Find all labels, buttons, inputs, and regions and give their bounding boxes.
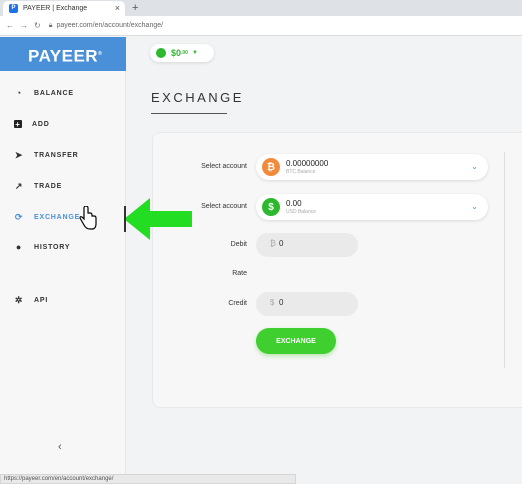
dollar-icon: $ bbox=[262, 198, 280, 216]
credit-label: Credit bbox=[228, 300, 247, 307]
sidebar-item-label: API bbox=[34, 296, 49, 304]
payeer-logo[interactable]: PAYEER® bbox=[0, 37, 126, 71]
balance-amount: $0 bbox=[171, 48, 182, 58]
exchange-button[interactable]: EXCHANGE bbox=[256, 328, 336, 354]
screen: P PAYEER | Exchange × + ← → ↻ 🔒︎ payeer.… bbox=[0, 0, 522, 484]
sidebar-item-label: EXCHANGE bbox=[34, 213, 81, 221]
sidebar-item-api[interactable]: ✲ API bbox=[0, 287, 126, 313]
title-underline bbox=[151, 113, 227, 114]
sidebar-item-exchange[interactable]: ⟳ EXCHANGE bbox=[0, 204, 126, 230]
from-amount: 0.00000000 bbox=[286, 159, 329, 168]
dollar-coin-icon bbox=[156, 48, 166, 58]
url-field[interactable]: payeer.com/en/account/exchange/ bbox=[56, 22, 163, 29]
logo-text: PAYEER bbox=[28, 46, 99, 66]
chevron-down-icon: ⌄ bbox=[471, 162, 478, 171]
status-bar-url: https://payeer.com/en/account/exchange/ bbox=[0, 474, 296, 484]
from-account-select[interactable]: ₿ 0.00000000 BTC Balance ⌄ bbox=[256, 154, 488, 180]
sidebar-item-balance[interactable]: ◔ BALANCE bbox=[0, 80, 126, 106]
chart-icon: ↗ bbox=[14, 180, 24, 191]
to-amount: 0.00 bbox=[286, 199, 302, 208]
sidebar-item-label: ADD bbox=[32, 120, 50, 128]
sidebar-item-transfer[interactable]: ➤ TRANSFER bbox=[0, 142, 126, 168]
clock-icon: ● bbox=[15, 242, 23, 252]
credit-value: 0 bbox=[279, 298, 284, 307]
sidebar-item-label: HISTORY bbox=[34, 243, 71, 251]
tab-title: PAYEER | Exchange bbox=[23, 5, 88, 12]
debit-label: Debit bbox=[230, 241, 247, 248]
reload-icon[interactable]: ↻ bbox=[34, 21, 41, 30]
paper-plane-icon: ➤ bbox=[14, 149, 24, 160]
balance-cents: .00 bbox=[181, 50, 188, 56]
sidebar-item-label: TRADE bbox=[34, 182, 63, 190]
caret-down-icon: ▼ bbox=[191, 50, 198, 56]
balance-dropdown[interactable]: $0.00 ▼ bbox=[150, 44, 214, 62]
sidebar-item-add[interactable]: + ADD bbox=[0, 111, 126, 137]
collapse-sidebar-button[interactable]: ‹ bbox=[58, 441, 62, 453]
logo-registered-mark: ® bbox=[98, 51, 103, 57]
bitcoin-icon: ₿ bbox=[262, 158, 280, 176]
gears-icon: ✲ bbox=[14, 294, 24, 305]
sidebar-item-history[interactable]: ● HISTORY bbox=[0, 234, 126, 260]
browser-tab-bar: P PAYEER | Exchange × + bbox=[0, 0, 522, 16]
card-divider bbox=[504, 152, 505, 368]
debit-input[interactable]: ₿ 0 bbox=[256, 233, 358, 257]
plus-square-icon: + bbox=[14, 119, 22, 129]
debit-currency: ₿ bbox=[270, 239, 276, 248]
lock-icon: 🔒︎ bbox=[48, 21, 53, 29]
chevron-down-icon: ⌄ bbox=[471, 202, 478, 211]
select-account-from-label: Select account bbox=[201, 163, 247, 170]
sidebar-item-label: BALANCE bbox=[34, 89, 74, 97]
credit-currency: $ bbox=[270, 298, 275, 307]
address-bar: ← → ↻ 🔒︎ payeer.com/en/account/exchange/ bbox=[0, 16, 522, 36]
close-tab-icon[interactable]: × bbox=[115, 3, 120, 13]
from-balance-label: BTC Balance bbox=[286, 169, 316, 175]
to-account-select[interactable]: $ 0.00 USD Balance ⌄ bbox=[256, 194, 488, 220]
exchange-icon: ⟳ bbox=[14, 211, 24, 222]
to-balance-label: USD Balance bbox=[286, 209, 317, 215]
page-title: EXCHANGE bbox=[151, 90, 244, 105]
rate-label: Rate bbox=[232, 270, 247, 277]
debit-value: 0 bbox=[279, 239, 284, 248]
browser-tab[interactable]: P PAYEER | Exchange × bbox=[3, 1, 125, 16]
new-tab-button[interactable]: + bbox=[132, 0, 138, 16]
sidebar-item-label: TRANSFER bbox=[34, 151, 79, 159]
sidebar-item-trade[interactable]: ↗ TRADE bbox=[0, 173, 126, 199]
sidebar: PAYEER® ◔ BALANCE + ADD ➤ TRANSFER ↗ TRA… bbox=[0, 37, 126, 484]
gauge-icon: ◔ bbox=[15, 88, 23, 98]
back-icon[interactable]: ← bbox=[6, 21, 14, 30]
payeer-favicon-icon: P bbox=[9, 4, 18, 13]
forward-icon[interactable]: → bbox=[20, 21, 28, 30]
hand-cursor-icon bbox=[79, 206, 97, 230]
credit-input[interactable]: $ 0 bbox=[256, 292, 358, 316]
green-arrow-annotation bbox=[124, 198, 192, 240]
